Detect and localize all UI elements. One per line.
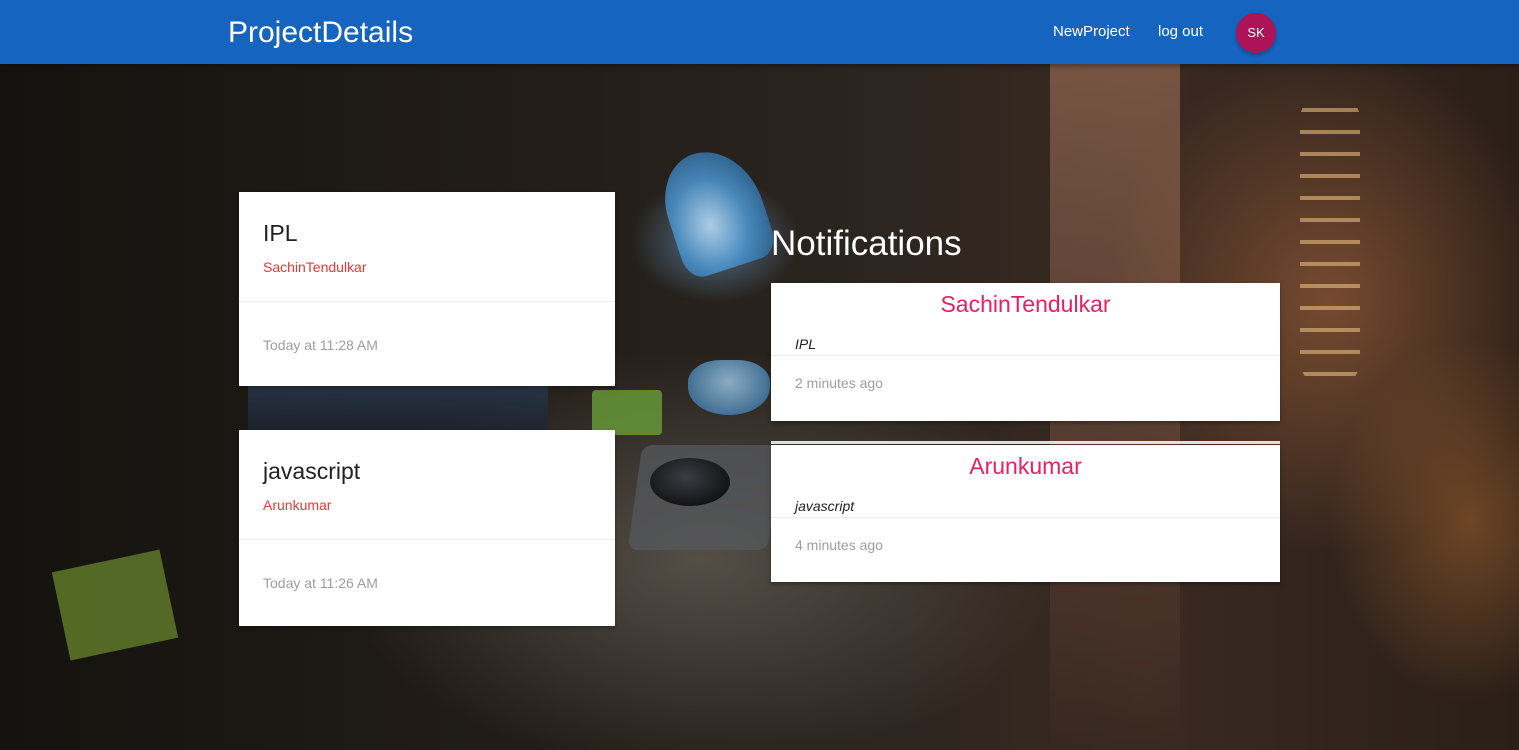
notification-item: Arunkumar javascript 4 minutes ago bbox=[771, 445, 1280, 582]
background-string-lights bbox=[1300, 90, 1360, 390]
project-title: IPL bbox=[263, 220, 298, 246]
top-app-bar: ProjectDetails NewProject log out SK bbox=[0, 0, 1519, 64]
background-star-box bbox=[51, 549, 179, 661]
project-created-time: Today at 11:28 AM bbox=[263, 337, 378, 353]
notification-item: SachinTendulkar IPL 2 minutes ago bbox=[771, 283, 1280, 421]
background-phone-holder bbox=[592, 390, 662, 435]
background-lamp-shade bbox=[651, 138, 780, 282]
notification-user: SachinTendulkar bbox=[940, 291, 1111, 317]
project-card-content: javascript Arunkumar bbox=[239, 430, 615, 540]
notification-list-divider bbox=[771, 441, 1280, 444]
notification-time: 4 minutes ago bbox=[795, 537, 883, 553]
project-title: javascript bbox=[263, 458, 361, 484]
notification-project: IPL bbox=[795, 336, 817, 352]
notification-divider bbox=[771, 355, 1280, 356]
notification-user: Arunkumar bbox=[969, 453, 1082, 479]
notification-divider bbox=[771, 517, 1280, 518]
notifications-heading: Notifications bbox=[771, 224, 962, 263]
background-mouse bbox=[650, 458, 730, 506]
notification-time: 2 minutes ago bbox=[795, 375, 883, 391]
project-author: Arunkumar bbox=[263, 497, 332, 513]
brand-logo-link[interactable]: ProjectDetails bbox=[228, 14, 413, 52]
project-card[interactable]: IPL SachinTendulkar Today at 11:28 AM bbox=[239, 192, 615, 386]
notification-project: javascript bbox=[795, 498, 855, 514]
log-out-link[interactable]: log out bbox=[1158, 22, 1203, 42]
new-project-link[interactable]: NewProject bbox=[1053, 22, 1130, 42]
background-lamp-base bbox=[688, 360, 770, 415]
background-monitor bbox=[248, 380, 548, 435]
background-photo bbox=[0, 0, 1519, 750]
project-author: SachinTendulkar bbox=[263, 259, 367, 275]
project-card[interactable]: javascript Arunkumar Today at 11:26 AM bbox=[239, 430, 615, 626]
project-created-time: Today at 11:26 AM bbox=[263, 575, 378, 591]
project-card-content: IPL SachinTendulkar bbox=[239, 192, 615, 302]
user-avatar-button[interactable]: SK bbox=[1236, 13, 1276, 53]
